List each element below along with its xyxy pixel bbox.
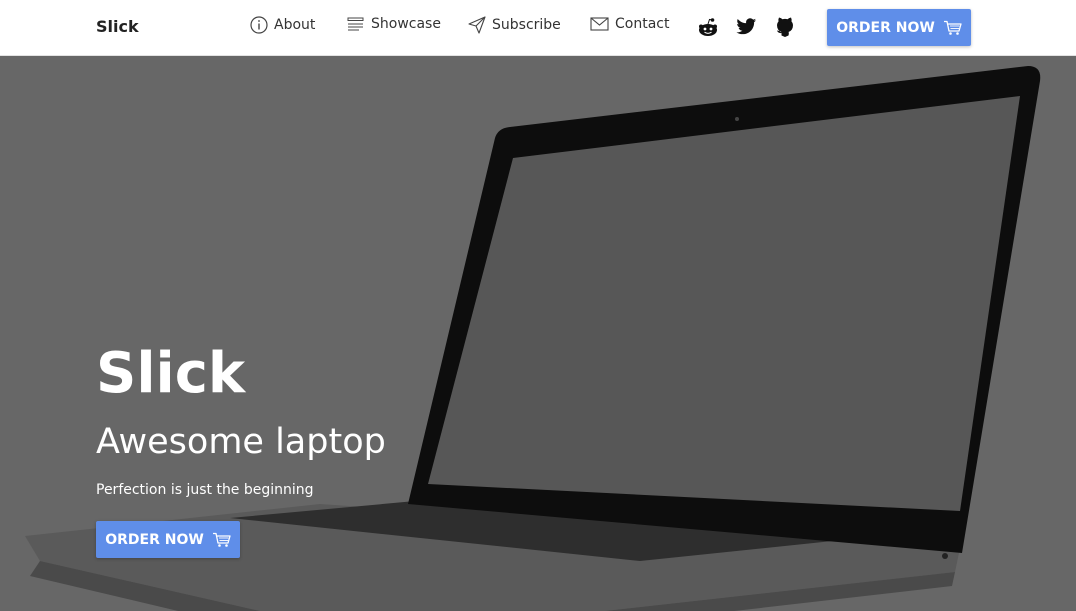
envelope-icon bbox=[590, 17, 609, 31]
nav-item-label: Contact bbox=[615, 16, 670, 32]
hero-description: Perfection is just the beginning bbox=[96, 482, 314, 498]
hero-title: Slick bbox=[96, 341, 246, 406]
order-now-label: ORDER NOW bbox=[836, 19, 935, 36]
cart-icon bbox=[212, 532, 231, 547]
cart-icon bbox=[943, 20, 962, 35]
paper-plane-icon bbox=[468, 16, 486, 34]
brand-logo[interactable]: Slick bbox=[96, 17, 139, 36]
order-now-button[interactable]: ORDER NOW bbox=[827, 9, 971, 46]
nav-item-label: Subscribe bbox=[492, 17, 561, 33]
reddit-icon[interactable] bbox=[697, 17, 719, 43]
info-icon bbox=[250, 16, 268, 34]
hero-order-now-button[interactable]: ORDER NOW bbox=[96, 521, 240, 558]
order-now-label: ORDER NOW bbox=[105, 531, 204, 548]
nav-item-about[interactable]: About bbox=[250, 16, 315, 34]
nav-item-subscribe[interactable]: Subscribe bbox=[468, 16, 561, 34]
nav-item-label: About bbox=[274, 17, 316, 33]
github-icon[interactable] bbox=[776, 16, 794, 42]
nav-item-label: Showcase bbox=[371, 16, 441, 32]
list-icon bbox=[347, 17, 364, 31]
hero-section: Slick Awesome laptop Perfection is just … bbox=[0, 56, 1076, 611]
hero-subtitle: Awesome laptop bbox=[96, 422, 386, 462]
nav-item-showcase[interactable]: Showcase bbox=[347, 16, 441, 32]
nav-item-contact[interactable]: Contact bbox=[590, 16, 669, 32]
top-navbar: Slick About Showcase Subscribe Contact O… bbox=[0, 0, 1076, 56]
twitter-icon[interactable] bbox=[736, 18, 757, 40]
